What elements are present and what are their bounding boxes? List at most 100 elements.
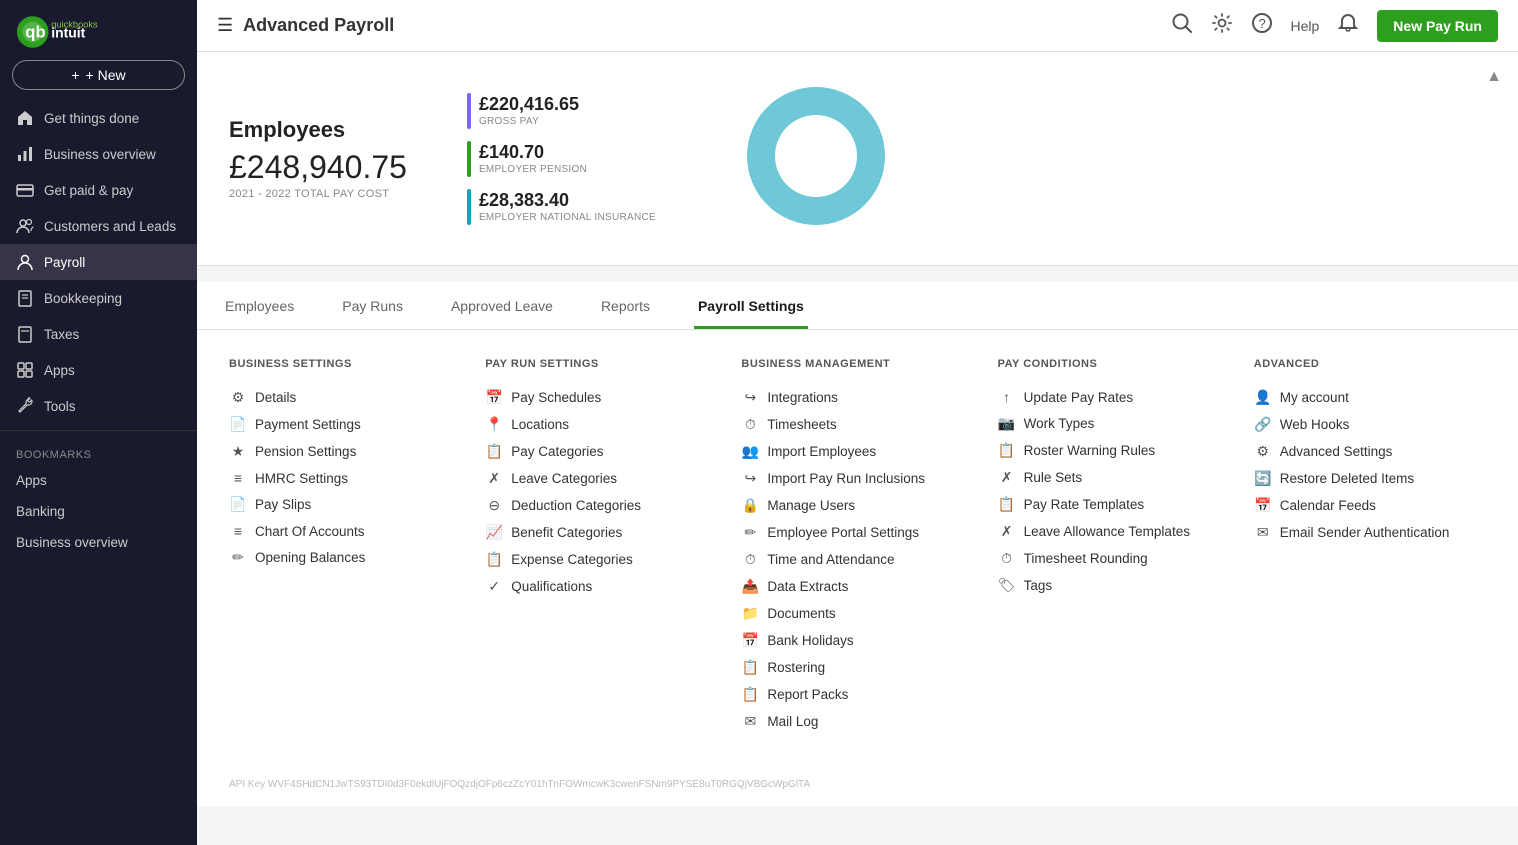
settings-link-rule-sets[interactable]: ✗ Rule Sets (998, 464, 1230, 491)
settings-link-data-extracts[interactable]: 📤 Data Extracts (741, 573, 973, 600)
people-icon (16, 217, 34, 235)
hero-subtitle: 2021 - 2022 TOTAL PAY COST (229, 188, 407, 200)
settings-link-pay-rate-templates[interactable]: 📋 Pay Rate Templates (998, 491, 1230, 518)
settings-link-expense-categories[interactable]: 📋 Expense Categories (485, 546, 717, 573)
settings-link-documents[interactable]: 📁 Documents (741, 600, 973, 627)
expense-icon: 📋 (485, 551, 503, 568)
settings-link-bank-holidays[interactable]: 📅 Bank Holidays (741, 627, 973, 654)
bell-icon[interactable] (1337, 12, 1359, 40)
settings-link-qualifications[interactable]: ✓ Qualifications (485, 573, 717, 600)
settings-link-leave-allowance[interactable]: ✗ Leave Allowance Templates (998, 518, 1230, 545)
svg-text:qb: qb (25, 23, 45, 42)
settings-icon[interactable] (1211, 12, 1233, 40)
categories-icon: 📋 (485, 443, 503, 460)
credit-card-icon (16, 181, 34, 199)
settings-link-label: Report Packs (767, 687, 848, 702)
tab-employees[interactable]: Employees (221, 282, 298, 329)
settings-link-timesheet-rounding[interactable]: ⏱ Timesheet Rounding (998, 545, 1230, 572)
settings-link-label: Data Extracts (767, 579, 848, 594)
stat-detail: £220,416.65 GROSS PAY (479, 94, 579, 127)
settings-link-my-account[interactable]: 👤 My account (1254, 384, 1486, 411)
sidebar-bookmark-banking[interactable]: Banking (0, 496, 197, 527)
settings-link-calendar-feeds[interactable]: 📅 Calendar Feeds (1254, 492, 1486, 519)
settings-link-pay-slips[interactable]: 📄 Pay Slips (229, 491, 461, 518)
sidebar-item-payroll[interactable]: Payroll (0, 244, 197, 280)
sidebar-item-bookkeeping[interactable]: Bookkeeping (0, 280, 197, 316)
sidebar-item-taxes[interactable]: Taxes (0, 316, 197, 352)
settings-link-chart-of-accounts[interactable]: ≡ Chart Of Accounts (229, 518, 461, 544)
sidebar-bookmark-apps[interactable]: Apps (0, 465, 197, 496)
sidebar-item-apps[interactable]: Apps (0, 352, 197, 388)
sidebar-logo: qb intuit quickbooks (0, 0, 197, 60)
settings-link-import-employees[interactable]: 👥 Import Employees (741, 438, 973, 465)
settings-link-restore-deleted[interactable]: 🔄 Restore Deleted Items (1254, 465, 1486, 492)
settings-link-report-packs[interactable]: 📋 Report Packs (741, 681, 973, 708)
settings-col-advanced: ADVANCED 👤 My account 🔗 Web Hooks ⚙ Adva… (1254, 358, 1486, 735)
settings-link-pension-settings[interactable]: ★ Pension Settings (229, 438, 461, 465)
gear-small-icon: ⚙ (229, 389, 247, 406)
new-button-label: + New (86, 67, 126, 83)
new-pay-run-button[interactable]: New Pay Run (1377, 10, 1498, 42)
sidebar-item-get-things-done[interactable]: Get things done (0, 100, 197, 136)
settings-link-mail-log[interactable]: ✉ Mail Log (741, 708, 973, 735)
collapse-arrow[interactable]: ▲ (1486, 68, 1502, 86)
settings-link-import-payruns[interactable]: ↪ Import Pay Run Inclusions (741, 465, 973, 492)
import-icon: 👥 (741, 443, 759, 460)
settings-link-benefit-categories[interactable]: 📈 Benefit Categories (485, 519, 717, 546)
settings-link-webhooks[interactable]: 🔗 Web Hooks (1254, 411, 1486, 438)
sidebar-item-customers-leads[interactable]: Customers and Leads (0, 208, 197, 244)
stat-detail: £28,383.40 EMPLOYER NATIONAL INSURANCE (479, 190, 656, 223)
mail-icon: ✉ (741, 713, 759, 730)
settings-link-pay-schedules[interactable]: 📅 Pay Schedules (485, 384, 717, 411)
help-circle-icon[interactable]: ? (1251, 12, 1273, 40)
sidebar-item-business-overview[interactable]: Business overview (0, 136, 197, 172)
tab-pay-runs[interactable]: Pay Runs (338, 282, 407, 329)
list-icon: ≡ (229, 470, 247, 486)
settings-col-business: BUSINESS SETTINGS ⚙ Details 📄 Payment Se… (229, 358, 461, 735)
tab-approved-leave[interactable]: Approved Leave (447, 282, 557, 329)
settings-link-integrations[interactable]: ↪ Integrations (741, 384, 973, 411)
settings-link-details[interactable]: ⚙ Details (229, 384, 461, 411)
settings-link-update-pay-rates[interactable]: ↑ Update Pay Rates (998, 384, 1230, 410)
sidebar-item-get-paid-and-pay[interactable]: Get paid & pay (0, 172, 197, 208)
tab-reports[interactable]: Reports (597, 282, 654, 329)
sidebar-item-tools[interactable]: Tools (0, 388, 197, 424)
roster-warn-icon: 📋 (998, 442, 1016, 459)
settings-link-deduction-categories[interactable]: ⊖ Deduction Categories (485, 492, 717, 519)
settings-link-timesheets[interactable]: ⏱ Timesheets (741, 411, 973, 438)
settings-link-label: Bank Holidays (767, 633, 853, 648)
settings-link-hmrc[interactable]: ≡ HMRC Settings (229, 465, 461, 491)
sidebar-item-label: Business overview (44, 147, 156, 162)
settings-link-label: Update Pay Rates (1024, 390, 1134, 405)
settings-link-label: Timesheets (767, 417, 836, 432)
x-icon: ✗ (485, 470, 503, 487)
settings-link-payment-settings[interactable]: 📄 Payment Settings (229, 411, 461, 438)
settings-link-work-types[interactable]: 📷 Work Types (998, 410, 1230, 437)
settings-link-time-attendance[interactable]: ⏱ Time and Attendance (741, 546, 973, 573)
settings-link-advanced-settings[interactable]: ⚙ Advanced Settings (1254, 438, 1486, 465)
stat-gross-pay: £220,416.65 GROSS PAY (467, 93, 656, 129)
sidebar-bookmark-business-overview[interactable]: Business overview (0, 527, 197, 558)
settings-link-employee-portal[interactable]: ✏ Employee Portal Settings (741, 519, 973, 546)
settings-link-label: Import Pay Run Inclusions (767, 471, 925, 486)
help-label[interactable]: Help (1291, 18, 1320, 34)
search-icon[interactable] (1171, 12, 1193, 40)
settings-link-tags[interactable]: 🏷 Tags (998, 572, 1230, 599)
new-button[interactable]: + + New (12, 60, 185, 90)
settings-link-email-sender[interactable]: ✉ Email Sender Authentication (1254, 519, 1486, 546)
hamburger-icon[interactable]: ☰ (217, 15, 233, 36)
settings-link-pay-categories[interactable]: 📋 Pay Categories (485, 438, 717, 465)
settings-link-opening-balances[interactable]: ✏ Opening Balances (229, 544, 461, 571)
settings-link-manage-users[interactable]: 🔒 Manage Users (741, 492, 973, 519)
settings-link-roster-warning[interactable]: 📋 Roster Warning Rules (998, 437, 1230, 464)
settings-link-leave-categories[interactable]: ✗ Leave Categories (485, 465, 717, 492)
settings-link-rostering[interactable]: 📋 Rostering (741, 654, 973, 681)
settings-link-label: Integrations (767, 390, 838, 405)
check-icon: ✓ (485, 578, 503, 595)
tab-payroll-settings[interactable]: Payroll Settings (694, 282, 808, 329)
rule-icon: ✗ (998, 469, 1016, 486)
settings-link-label: HMRC Settings (255, 471, 348, 486)
settings-link-locations[interactable]: 📍 Locations (485, 411, 717, 438)
sidebar-item-label: Get things done (44, 111, 139, 126)
col-title-payconditions: PAY CONDITIONS (998, 358, 1230, 370)
